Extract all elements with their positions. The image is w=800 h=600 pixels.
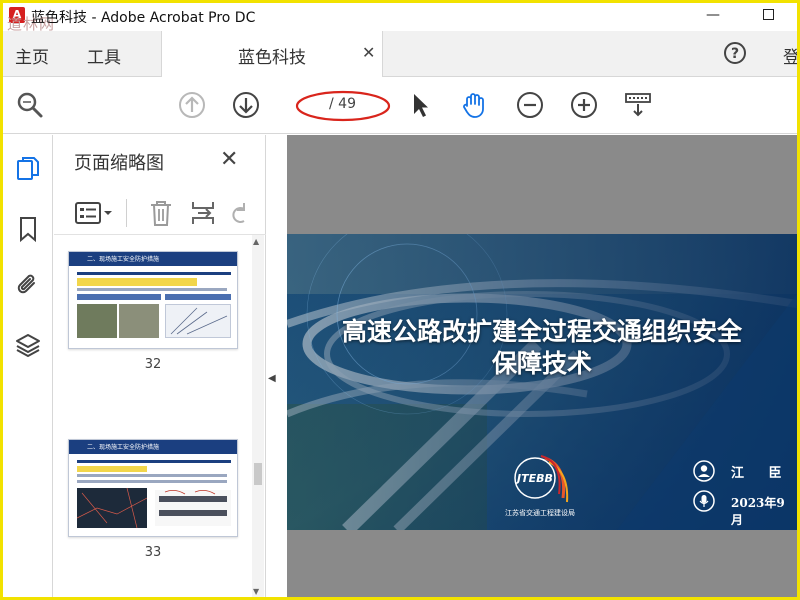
document-tab-label: 蓝色科技 <box>238 48 306 68</box>
minimize-button[interactable]: — <box>693 3 733 29</box>
presentation-date: 2023年9月 <box>731 496 785 527</box>
svg-text:?: ? <box>731 46 739 62</box>
minus-circle-icon[interactable] <box>515 90 545 120</box>
scrollbar-thumb[interactable] <box>254 463 262 485</box>
page-number-input[interactable] <box>301 94 325 116</box>
scroll-up-icon[interactable]: ▲ <box>253 237 259 246</box>
paperclip-icon[interactable] <box>14 271 42 299</box>
close-panel-icon[interactable]: ✕ <box>220 147 238 172</box>
trash-icon[interactable] <box>148 199 174 227</box>
microphone-icon <box>693 490 715 512</box>
arrow-down-circle-icon[interactable] <box>231 90 261 120</box>
plus-circle-icon[interactable] <box>569 90 599 120</box>
slide-title: 高速公路改扩建全过程交通组织安全 保障技术 <box>287 316 797 380</box>
menu-tab-bar: 主页 工具 蓝色科技 ✕ ? 登 <box>3 31 797 77</box>
magnifier-icon[interactable] <box>15 90 45 120</box>
arrow-up-circle-icon[interactable] <box>177 90 207 120</box>
cursor-icon[interactable] <box>405 90 435 120</box>
help-icon[interactable]: ? <box>723 41 747 65</box>
document-view[interactable]: 高速公路改扩建全过程交通组织安全 保障技术 JTEBB 江苏省交通工程建设局 江… <box>287 135 797 597</box>
thumbnail-header: 二、现场施工安全防护措施 <box>69 440 237 454</box>
document-tab[interactable]: 蓝色科技 ✕ <box>161 31 383 77</box>
page-total: / 49 <box>329 96 356 112</box>
presenter-row: 江 臣 <box>693 460 793 482</box>
maximize-button[interactable] <box>748 3 788 29</box>
close-tab-icon[interactable]: ✕ <box>362 43 375 62</box>
title-bar: A 道林网 蓝色科技 - Adobe Acrobat Pro DC — <box>3 3 797 33</box>
window-title: 蓝色科技 - Adobe Acrobat Pro DC <box>31 10 256 26</box>
logo-text: JTEBB <box>515 472 553 485</box>
page-thumbnail[interactable]: 二、现场施工安全防护措施 <box>68 439 238 537</box>
panel-title: 页面缩略图 <box>74 153 164 174</box>
app-window: A 道林网 蓝色科技 - Adobe Acrobat Pro DC — 主页 工… <box>0 0 800 600</box>
collapse-panel-icon[interactable]: ◀ <box>268 373 276 384</box>
keyboard-icon[interactable] <box>623 90 653 120</box>
panel-toolbar <box>54 191 266 235</box>
home-menu[interactable]: 主页 <box>15 43 49 68</box>
undo-icon[interactable] <box>230 199 250 227</box>
thumbnail-page-number: 32 <box>144 357 162 372</box>
thumbnail-page-number: 33 <box>144 545 162 560</box>
list-options-icon[interactable] <box>74 201 114 225</box>
tools-menu[interactable]: 工具 <box>87 43 121 68</box>
insert-page-icon[interactable] <box>190 199 216 227</box>
thumbnail-header-text: 二、现场施工安全防护措施 <box>87 256 160 263</box>
bookmark-icon[interactable] <box>14 215 42 243</box>
date-row: 2023年9月 <box>693 490 793 527</box>
thumbnail-header: 二、现场施工安全防护措施 <box>69 252 237 266</box>
toolbar: / 49 <box>3 78 797 134</box>
person-icon <box>693 460 715 482</box>
maximize-icon <box>762 9 774 20</box>
page-number-box: / 49 <box>295 90 391 122</box>
organization-logo: JTEBB <box>514 455 569 503</box>
presenter-name: 江 臣 <box>731 466 792 481</box>
thumbnail-header-text: 二、现场施工安全防护措施 <box>87 444 160 451</box>
layers-icon[interactable] <box>14 331 42 359</box>
page-thumbnail[interactable]: 二、现场施工安全防护措施 <box>68 251 238 349</box>
scroll-down-icon[interactable]: ▼ <box>253 587 259 596</box>
pages-icon[interactable] <box>14 155 42 183</box>
thumbnail-scrollbar[interactable]: ▲ ▼ <box>252 235 264 597</box>
slide-title-line2: 保障技术 <box>491 349 592 378</box>
organization-name: 江苏省交通工程建设局 <box>505 509 575 517</box>
navigation-rail <box>3 135 53 597</box>
page-thumbnails-panel: 页面缩略图 ✕ 二、现场施工安全防护措施 32 二、现场施工安全防护措施 33 … <box>54 135 266 597</box>
toolbar-divider <box>126 199 127 227</box>
slide-page: 高速公路改扩建全过程交通组织安全 保障技术 JTEBB 江苏省交通工程建设局 江… <box>287 234 797 530</box>
hand-icon[interactable] <box>459 90 489 120</box>
sign-in-button[interactable]: 登 <box>783 43 797 68</box>
slide-title-line1: 高速公路改扩建全过程交通组织安全 <box>341 317 742 346</box>
